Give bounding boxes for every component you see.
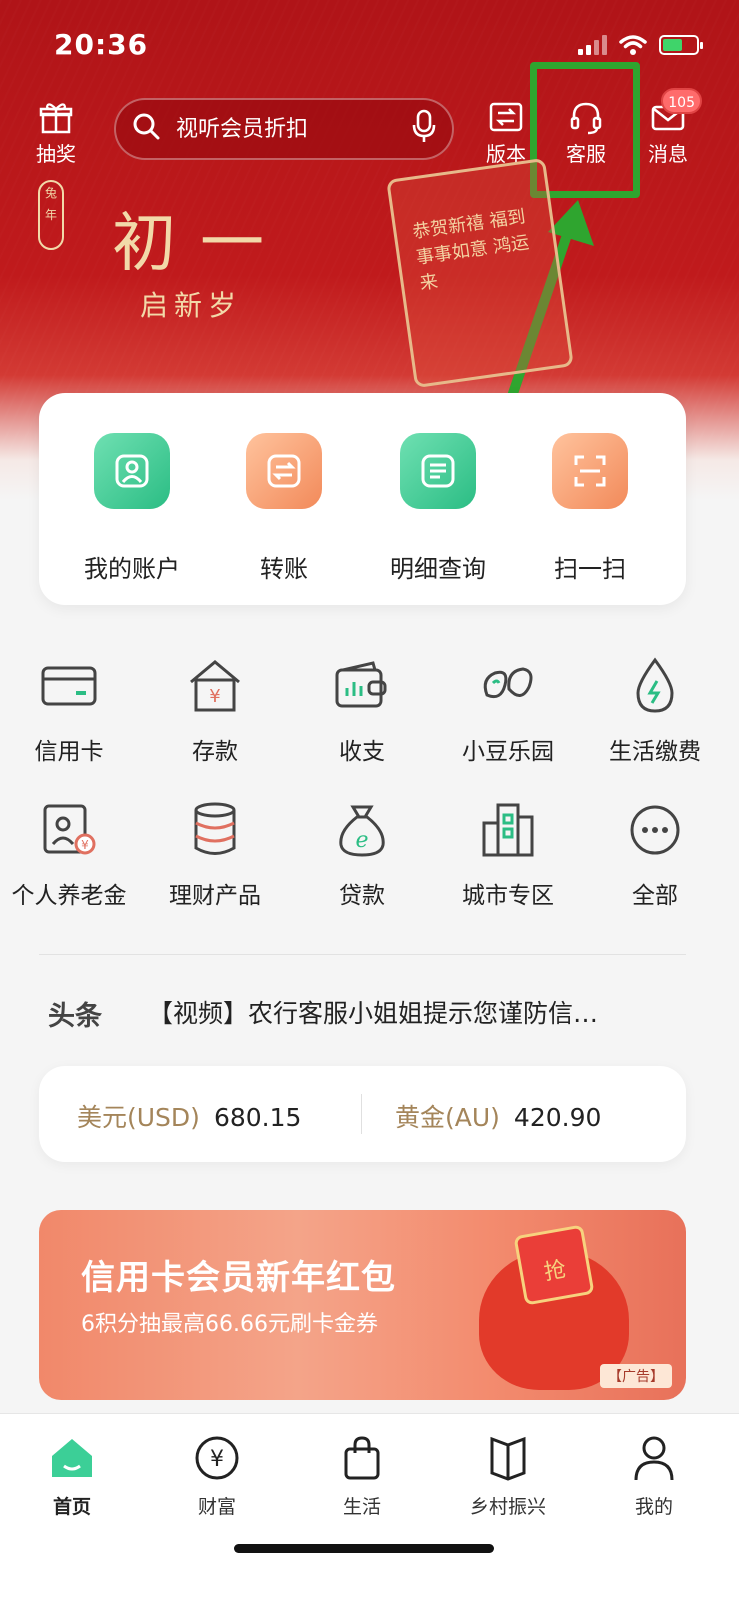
headline-news-link[interactable]: 【视频】农行客服小姐姐提示您谨防信… bbox=[148, 994, 678, 1030]
gold-rate[interactable]: 黄金(AU) 420.90 bbox=[395, 1098, 601, 1134]
usd-rate-label: 美元(USD) bbox=[77, 1103, 200, 1132]
credit-card-icon bbox=[0, 656, 142, 716]
usd-rate[interactable]: 美元(USD) 680.15 bbox=[77, 1098, 301, 1134]
tab-label: 首页 bbox=[52, 1496, 91, 1518]
service-pension[interactable]: ¥ 个人养老金 bbox=[0, 800, 142, 910]
envelope-text: 恭贺新禧 福到 事事如意 鸿运来 bbox=[411, 206, 531, 295]
tab-home[interactable]: 首页 bbox=[12, 1430, 132, 1519]
service-all[interactable]: 全部 bbox=[582, 800, 728, 910]
quick-actions-card: 我的账户 转账 明细查询 扫一扫 bbox=[39, 393, 686, 605]
tab-rural-revitalization[interactable]: 乡村振兴 bbox=[448, 1430, 568, 1519]
svg-text:e: e bbox=[355, 828, 368, 853]
ad-label: 【广告】 bbox=[600, 1364, 672, 1388]
service-deposit[interactable]: ¥ 存款 bbox=[142, 656, 288, 766]
service-income-expense[interactable]: 收支 bbox=[289, 656, 435, 766]
quick-action-transfer[interactable]: 转账 bbox=[209, 433, 359, 584]
exchange-rates-card[interactable]: 美元(USD) 680.15 黄金(AU) 420.90 bbox=[39, 1066, 686, 1162]
service-label: 生活缴费 bbox=[609, 739, 701, 765]
svg-text:¥: ¥ bbox=[210, 1447, 224, 1472]
service-label: 个人养老金 bbox=[11, 883, 127, 909]
quick-action-details[interactable]: 明细查询 bbox=[363, 433, 513, 584]
tab-label: 乡村振兴 bbox=[469, 1496, 546, 1518]
rabbit-seal-icon: 兔年 bbox=[38, 180, 64, 250]
book-icon bbox=[448, 1430, 568, 1486]
tab-label: 生活 bbox=[342, 1496, 381, 1518]
ad-envelope-text: 抢 bbox=[542, 1257, 569, 1286]
tab-life[interactable]: 生活 bbox=[302, 1430, 422, 1519]
scan-icon bbox=[552, 433, 628, 509]
wallet-icon bbox=[289, 656, 435, 716]
water-drop-icon bbox=[582, 656, 728, 716]
service-label: 收支 bbox=[339, 739, 385, 765]
service-label: 城市专区 bbox=[462, 883, 554, 909]
bean-icon bbox=[435, 656, 581, 716]
transfer-icon bbox=[246, 433, 322, 509]
money-bag-icon: e bbox=[289, 800, 435, 860]
banner-title: 初一 bbox=[112, 207, 288, 281]
service-utility-payment[interactable]: 生活缴费 bbox=[582, 656, 728, 766]
service-label: 全部 bbox=[632, 883, 678, 909]
quick-action-label: 我的账户 bbox=[84, 555, 180, 583]
svg-text:¥: ¥ bbox=[209, 686, 220, 707]
quick-action-my-account[interactable]: 我的账户 bbox=[57, 433, 207, 584]
tab-label: 财富 bbox=[197, 1496, 236, 1518]
quick-action-label: 扫一扫 bbox=[554, 555, 626, 583]
details-icon bbox=[400, 433, 476, 509]
bottom-tab-bar: 首页 ¥ 财富 生活 乡村振兴 我的 bbox=[0, 1413, 739, 1600]
usd-rate-value: 680.15 bbox=[213, 1103, 302, 1132]
tab-profile[interactable]: 我的 bbox=[594, 1430, 714, 1519]
service-label: 小豆乐园 bbox=[462, 739, 554, 765]
service-bean-park[interactable]: 小豆乐园 bbox=[435, 656, 581, 766]
tab-label: 我的 bbox=[634, 1496, 673, 1518]
service-label: 贷款 bbox=[339, 883, 385, 909]
account-icon bbox=[94, 433, 170, 509]
gold-rate-label: 黄金(AU) bbox=[395, 1103, 500, 1132]
shopping-bag-icon bbox=[302, 1430, 422, 1486]
service-loan[interactable]: e 贷款 bbox=[289, 800, 435, 910]
rates-divider bbox=[361, 1094, 362, 1134]
coin-stack-icon bbox=[142, 800, 288, 860]
home-icon bbox=[12, 1430, 132, 1486]
quick-action-scan[interactable]: 扫一扫 bbox=[515, 433, 665, 584]
ad-subtitle: 6积分抽最高66.66元刷卡金券 bbox=[81, 1312, 378, 1337]
service-city-zone[interactable]: 城市专区 bbox=[435, 800, 581, 910]
headline-tag: 头条 bbox=[48, 1001, 102, 1032]
quick-action-label: 转账 bbox=[260, 555, 308, 583]
service-credit-card[interactable]: 信用卡 bbox=[0, 656, 142, 766]
quick-action-label: 明细查询 bbox=[390, 555, 486, 583]
service-label: 存款 bbox=[192, 739, 238, 765]
home-indicator[interactable] bbox=[234, 1544, 494, 1553]
ad-title: 信用卡会员新年红包 bbox=[81, 1258, 396, 1298]
red-envelope-illustration: 抢 bbox=[513, 1224, 595, 1306]
red-envelope-illustration: 恭贺新禧 福到 事事如意 鸿运来 bbox=[386, 157, 574, 389]
service-wealth-products[interactable]: 理财产品 bbox=[142, 800, 288, 910]
service-label: 信用卡 bbox=[34, 739, 104, 765]
service-label: 理财产品 bbox=[169, 883, 261, 909]
section-divider bbox=[39, 954, 686, 955]
banner-subtitle: 启新岁 bbox=[140, 289, 243, 322]
gold-rate-value: 420.90 bbox=[513, 1103, 602, 1132]
svg-text:¥: ¥ bbox=[81, 838, 89, 852]
deposit-icon: ¥ bbox=[142, 656, 288, 716]
more-icon bbox=[582, 800, 728, 860]
city-icon bbox=[435, 800, 581, 860]
tab-wealth[interactable]: ¥ 财富 bbox=[157, 1430, 277, 1519]
profile-icon bbox=[594, 1430, 714, 1486]
yen-icon: ¥ bbox=[157, 1430, 277, 1486]
promo-ad-banner[interactable]: 抢 信用卡会员新年红包 6积分抽最高66.66元刷卡金券 【广告】 bbox=[39, 1210, 686, 1400]
pension-icon: ¥ bbox=[0, 800, 142, 860]
